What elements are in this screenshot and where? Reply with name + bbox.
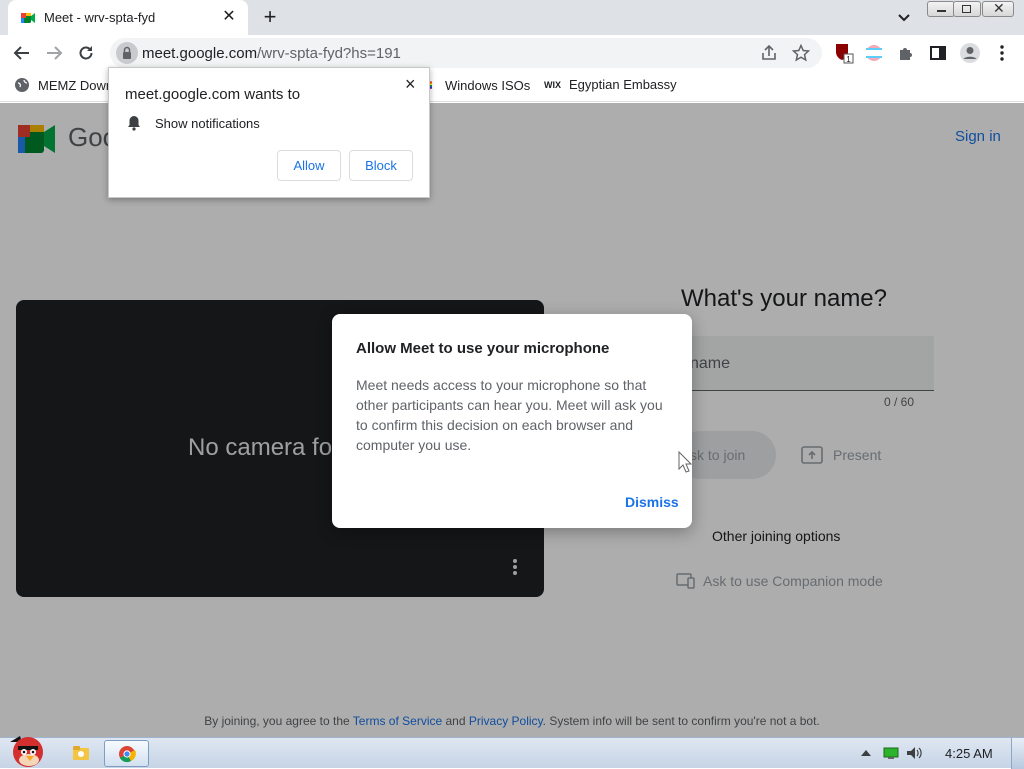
notification-permission-popup: meet.google.com wants to × Show notifica… [108, 67, 430, 198]
browser-tab[interactable]: Meet - wrv-spta-fyd ✕ [8, 0, 248, 35]
chrome-icon [119, 746, 136, 763]
back-arrow-icon[interactable] [10, 41, 34, 65]
profile-avatar-icon[interactable] [958, 41, 982, 65]
mouse-cursor-icon [678, 451, 692, 473]
extension-flag-icon[interactable] [862, 41, 886, 65]
taskbar-chrome-button[interactable] [104, 740, 149, 767]
extensions-puzzle-icon[interactable] [894, 41, 918, 65]
browser-toolbar: meet.google.com/wrv-spta-fyd?hs=191 1 [0, 35, 1024, 71]
tab-close-icon[interactable]: ✕ [220, 8, 238, 26]
notification-close-icon[interactable]: × [405, 74, 416, 95]
meet-favicon-icon [21, 13, 35, 23]
svg-text:1: 1 [846, 55, 851, 64]
dialog-body: Meet needs access to your microphone so … [356, 377, 663, 453]
address-bar[interactable]: meet.google.com/wrv-spta-fyd?hs=191 [110, 38, 822, 68]
share-icon[interactable] [760, 44, 778, 62]
bookmark-label: Windows ISOs [445, 77, 531, 93]
bookmark-windows-isos[interactable]: Windows ISOs [428, 77, 530, 93]
tab-title: Meet - wrv-spta-fyd [44, 10, 156, 25]
restore-window-button[interactable] [953, 1, 981, 17]
globe-icon [15, 78, 29, 92]
lock-icon[interactable] [116, 42, 138, 64]
bookmark-label: Egyptian Embassy [569, 77, 677, 92]
url-text: meet.google.com/wrv-spta-fyd?hs=191 [142, 45, 401, 62]
new-tab-button[interactable]: + [258, 5, 282, 29]
close-window-button[interactable]: ✕ [982, 0, 1014, 17]
dialog-title: Allow Meet to use your microphone [356, 340, 610, 357]
show-desktop-button[interactable] [1011, 738, 1024, 769]
file-explorer-icon[interactable] [72, 745, 90, 761]
bookmark-memz[interactable]: MEMZ Down [14, 77, 113, 93]
network-icon[interactable] [883, 747, 899, 760]
reload-icon[interactable] [74, 41, 98, 65]
wix-icon: WIX [544, 79, 561, 90]
tab-strip: Meet - wrv-spta-fyd ✕ + ✕ [0, 0, 1024, 35]
tab-search-chevron-icon[interactable] [893, 7, 915, 29]
bookmark-label: MEMZ Down [38, 77, 114, 93]
extension-shield-icon[interactable]: 1 [832, 41, 856, 65]
allow-button[interactable]: Allow [277, 150, 341, 181]
block-button[interactable]: Block [349, 150, 413, 181]
side-panel-icon[interactable] [926, 41, 950, 65]
microphone-permission-dialog: Allow Meet to use your microphone Meet n… [332, 314, 692, 528]
show-notifications-label: Show notifications [155, 116, 260, 131]
tray-expand-icon[interactable] [860, 749, 872, 757]
forward-arrow-icon[interactable] [42, 41, 66, 65]
clock-time[interactable]: 4:25 AM [945, 746, 993, 761]
taskbar: 4:25 AM [0, 736, 1024, 769]
volume-icon[interactable] [906, 746, 924, 760]
bell-icon [128, 116, 140, 131]
minimize-window-button[interactable] [927, 1, 955, 17]
dismiss-button[interactable]: Dismiss [625, 494, 679, 510]
url-host: meet.google.com [142, 45, 258, 62]
angry-bird-start-icon[interactable] [4, 730, 50, 768]
url-path: /wrv-spta-fyd?hs=191 [257, 45, 401, 62]
bookmark-star-icon[interactable] [792, 44, 810, 62]
menu-kebab-icon[interactable] [990, 41, 1014, 65]
bookmark-egyptian-embassy[interactable]: WIX Egyptian Embassy [544, 77, 677, 92]
notification-title: meet.google.com wants to [125, 86, 301, 103]
